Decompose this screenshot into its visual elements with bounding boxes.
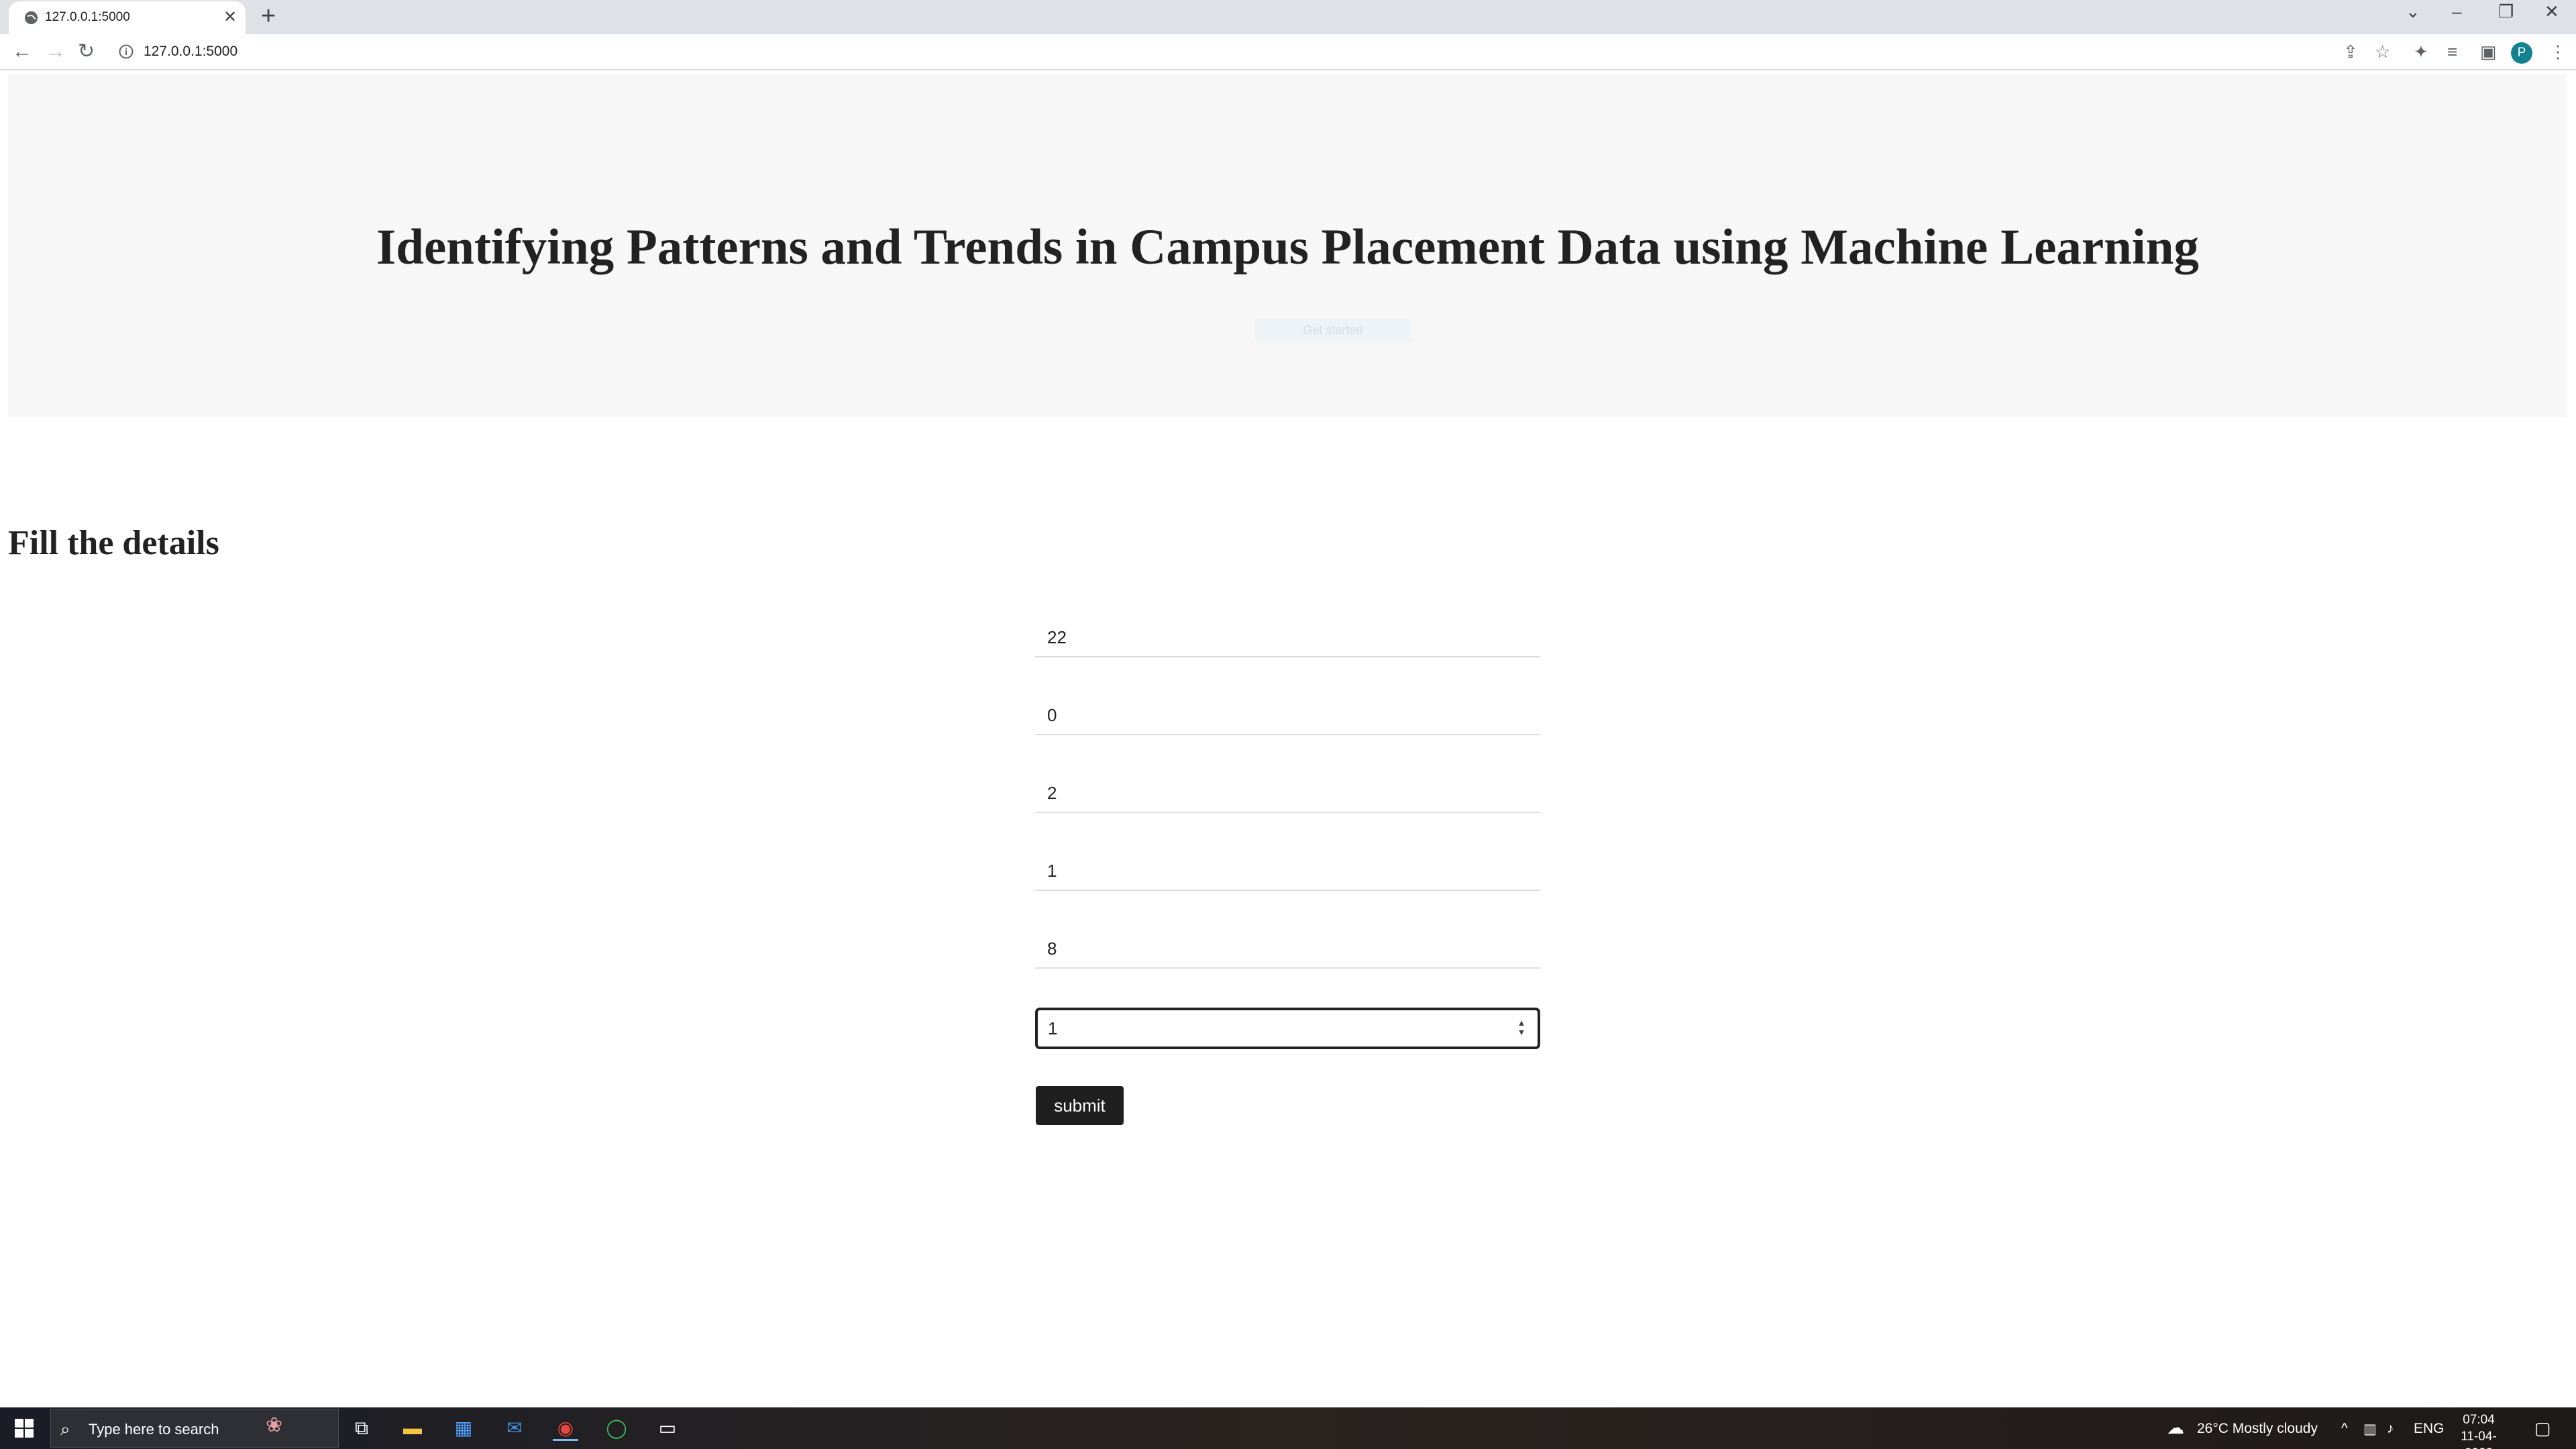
language-indicator[interactable]: ENG [2414, 1421, 2445, 1437]
back-icon[interactable]: ← [12, 40, 32, 64]
input-field-2[interactable] [1035, 696, 1540, 735]
reading-list-icon[interactable]: ≡ [2447, 42, 2457, 61]
system-clock[interactable]: 07:04 11-04-2023 [2452, 1411, 2506, 1449]
mail-icon[interactable]: ✉ [502, 1415, 527, 1441]
store-icon[interactable]: ▦ [451, 1415, 476, 1441]
globe-icon [24, 11, 38, 25]
new-tab-icon[interactable]: + [261, 3, 276, 30]
reload-icon[interactable]: ↻ [78, 40, 95, 64]
volume-icon[interactable]: ♪ [2387, 1421, 2394, 1437]
forward-icon[interactable]: → [46, 40, 66, 64]
share-icon[interactable]: ⇪ [2343, 42, 2358, 61]
input-field-4[interactable] [1035, 852, 1540, 891]
input-field-1[interactable] [1035, 619, 1540, 657]
taskbar-search[interactable]: ⌕ Type here to search ❀ [50, 1409, 339, 1448]
restore-icon[interactable]: ❐ [2498, 1, 2514, 22]
form-heading: Fill the details [8, 524, 219, 562]
tab-title: 127.0.0.1:5000 [45, 10, 130, 24]
tab-close-icon[interactable]: ✕ [223, 9, 237, 25]
weather-text[interactable]: 26°C Mostly cloudy [2197, 1421, 2318, 1437]
weather-icon[interactable]: ☁ [2167, 1417, 2184, 1438]
tab-search-icon[interactable]: ⌄ [2406, 1, 2420, 22]
input-field-5[interactable] [1035, 930, 1540, 969]
tray-overflow-icon[interactable]: ^ [2341, 1421, 2348, 1437]
profile-avatar[interactable]: P [2511, 42, 2532, 64]
extensions-icon[interactable]: ✦ [2414, 42, 2428, 61]
close-window-icon[interactable]: ✕ [2544, 1, 2559, 22]
terminal-icon[interactable]: ▭ [655, 1415, 680, 1441]
taskbar: ⌕ Type here to search ❀ ⧉ ▬ ▦ ✉ ◉ ◯ ▭ ☁ … [0, 1407, 2576, 1449]
side-panel-icon[interactable]: ▣ [2480, 42, 2497, 61]
search-icon: ⌕ [60, 1419, 70, 1439]
browser-tab[interactable]: 127.0.0.1:5000 ✕ [9, 1, 246, 34]
app-circle-icon[interactable]: ◯ [604, 1415, 629, 1441]
address-bar[interactable]: 127.0.0.1:5000 [144, 44, 237, 60]
get-started-button[interactable]: Get started [1254, 319, 1411, 341]
task-view-icon[interactable]: ⧉ [349, 1415, 374, 1441]
input-field-3[interactable] [1035, 774, 1540, 813]
site-info-icon[interactable] [118, 44, 134, 60]
notification-icon[interactable]: ▢ [2534, 1418, 2551, 1439]
minimize-icon[interactable]: – [2452, 1, 2461, 22]
input-field-6[interactable] [1035, 1008, 1540, 1049]
tab-strip: 127.0.0.1:5000 ✕ + ⌄ – ❐ ✕ [0, 0, 2576, 34]
network-icon[interactable]: ▥ [2363, 1421, 2377, 1438]
browser-toolbar: ← → ↻ 127.0.0.1:5000 ⇪ ☆ ✦ ≡ ▣ P ⋮ [0, 34, 2576, 70]
search-highlight-icon: ❀ [266, 1414, 283, 1436]
bookmark-star-icon[interactable]: ☆ [2375, 42, 2390, 61]
menu-icon[interactable]: ⋮ [2549, 42, 2567, 61]
file-explorer-icon[interactable]: ▬ [400, 1415, 425, 1441]
number-spinner-icon[interactable]: ▲ ▼ [1512, 1018, 1531, 1038]
clock-date: 11-04-2023 [2461, 1430, 2497, 1449]
submit-button[interactable]: submit [1036, 1086, 1124, 1125]
windows-start-icon[interactable] [15, 1419, 34, 1438]
taskbar-search-placeholder: Type here to search [89, 1421, 219, 1438]
page-title: Identifying Patterns and Trends in Campu… [376, 219, 2199, 275]
chrome-icon[interactable]: ◉ [553, 1415, 578, 1441]
clock-time: 07:04 [2463, 1413, 2495, 1427]
hero-banner: Identifying Patterns and Trends in Campu… [8, 74, 2567, 417]
